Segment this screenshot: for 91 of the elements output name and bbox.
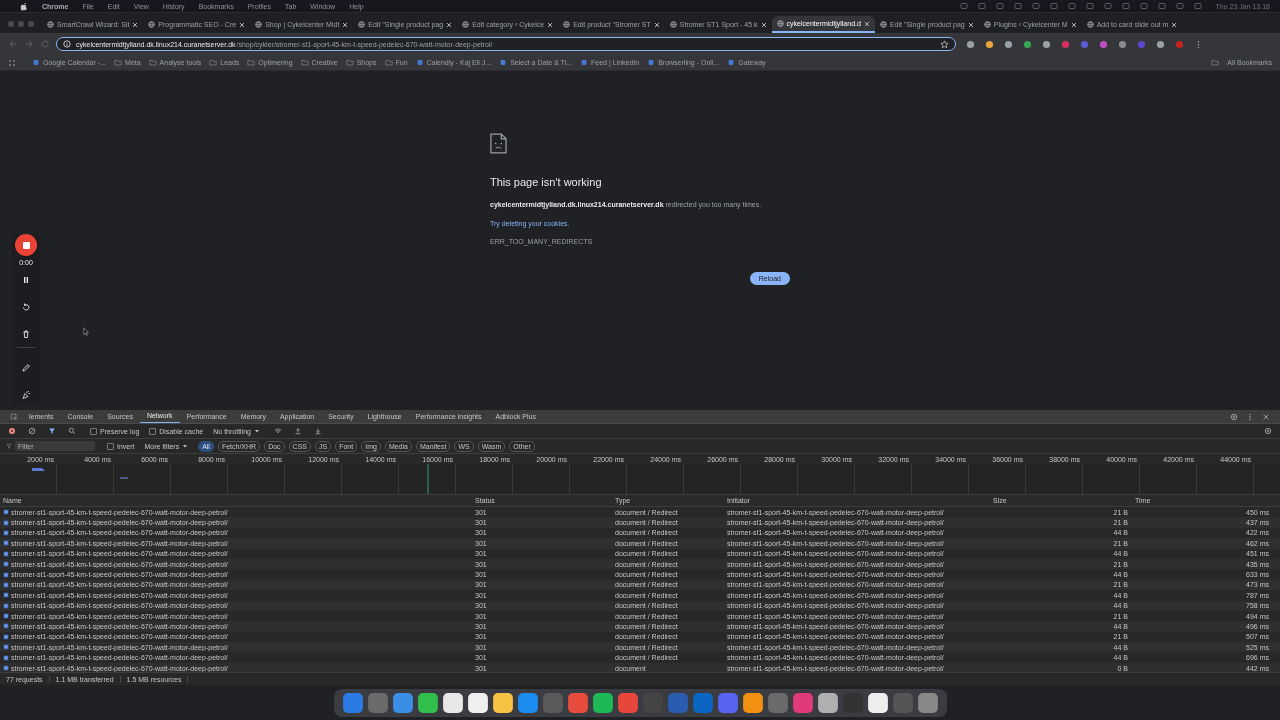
reload-icon[interactable] [40,39,50,49]
close-icon[interactable] [342,21,349,28]
site-icon[interactable] [499,59,508,66]
filter-icon [6,443,12,449]
globe-icon [358,21,366,28]
site-icon[interactable] [415,59,424,66]
restart-icon[interactable] [21,302,31,312]
globe-icon [1086,21,1094,28]
sparkle-icon[interactable] [21,390,31,400]
folder-icon[interactable] [384,59,393,66]
close-icon[interactable] [547,21,554,28]
close-icon[interactable] [760,21,767,28]
app-icon[interactable] [416,691,439,714]
globe-icon [669,21,677,28]
folder-icon[interactable] [148,59,157,66]
document-icon [3,623,9,630]
close-icon[interactable] [653,21,660,28]
search-icon[interactable] [68,427,76,435]
folder-icon[interactable] [345,59,354,66]
app-icon[interactable] [591,691,614,714]
document-icon [3,571,9,578]
caret-icon [254,428,260,434]
app-icon[interactable] [866,691,889,714]
close-icon[interactable] [863,20,870,27]
wifi-icon[interactable] [274,427,282,435]
back-icon[interactable] [8,39,18,49]
upload-icon[interactable] [294,427,302,435]
app-icon[interactable] [466,691,489,714]
pen-icon[interactable] [21,363,31,373]
site-icon[interactable] [580,59,589,66]
document-icon [3,519,9,526]
document-icon [3,561,9,568]
document-icon [3,633,9,640]
close-icon[interactable] [239,21,246,28]
app-icon[interactable] [441,691,464,714]
more-icon[interactable] [1246,412,1254,421]
close-icon[interactable] [1171,21,1178,28]
settings-icon[interactable] [1264,427,1272,435]
download-icon[interactable] [314,427,322,435]
folder-icon[interactable] [300,59,309,66]
document-icon [3,592,9,599]
app-icon[interactable] [741,691,764,714]
settings-icon[interactable] [1230,412,1238,421]
close-icon[interactable] [132,21,139,28]
globe-icon [255,21,263,28]
caret-icon [182,443,189,449]
site-icon[interactable] [647,59,656,66]
globe-icon [47,21,54,28]
filter-icon[interactable] [48,427,56,435]
site-icon[interactable] [727,59,736,66]
inspect-icon[interactable] [10,412,18,421]
close-icon[interactable] [967,21,974,28]
globe-icon [879,21,887,28]
app-icon[interactable] [491,691,514,714]
apple-icon[interactable] [20,1,28,11]
error-title: This page isn't working [490,176,602,188]
forward-icon[interactable] [24,39,34,49]
folder-icon[interactable] [114,59,123,66]
trash-icon[interactable] [21,329,31,339]
folder-icon[interactable] [1211,59,1220,66]
app-icon[interactable] [816,691,839,714]
mouse-cursor-icon [83,327,89,336]
document-icon [3,550,9,557]
document-icon [3,602,9,609]
document-icon [3,613,9,620]
document-icon [3,509,9,516]
folder-icon[interactable] [247,59,256,66]
document-icon [3,529,9,536]
globe-icon [983,21,991,28]
document-icon [3,540,9,547]
globe-icon [563,21,571,28]
site-icon[interactable] [32,59,40,66]
star-icon[interactable] [940,39,949,49]
apps-icon[interactable] [8,58,16,67]
pause-icon[interactable] [21,275,31,285]
close-icon[interactable] [1262,412,1270,421]
info-icon[interactable] [63,40,71,48]
record-icon[interactable] [8,427,16,435]
document-icon [3,644,9,651]
folder-icon[interactable] [209,59,218,66]
document-icon [3,665,9,672]
globe-icon [148,21,156,28]
globe-icon [776,20,784,27]
sad-page-icon [490,133,507,154]
clear-icon[interactable] [28,427,36,435]
document-icon [3,654,9,661]
globe-icon [462,21,470,28]
close-icon[interactable] [446,21,453,28]
stop-recording-button[interactable] [15,234,37,256]
document-icon [3,581,9,588]
close-icon[interactable] [1070,21,1077,28]
